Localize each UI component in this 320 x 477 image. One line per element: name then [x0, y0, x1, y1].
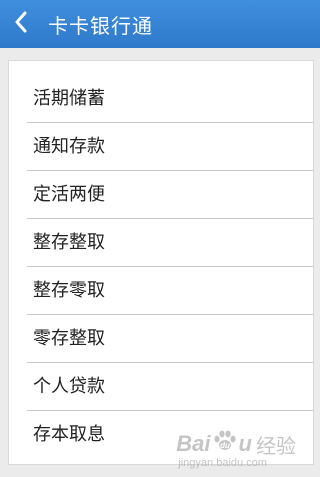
page-title: 卡卡银行通 [48, 13, 153, 38]
menu-item-lump-sum-installment-withdrawal[interactable]: 整存零取 [27, 267, 313, 315]
back-button[interactable] [0, 0, 42, 48]
menu-item-principal-interest[interactable]: 存本取息 [27, 411, 313, 459]
menu-list: 活期储蓄 通知存款 定活两便 整存整取 整存零取 零存整取 个人贷款 存本取息 [9, 75, 313, 459]
app-header: 卡卡银行通 [0, 0, 320, 48]
menu-item-installment-deposit[interactable]: 零存整取 [27, 315, 313, 363]
menu-item-lump-sum-deposit[interactable]: 整存整取 [27, 219, 313, 267]
chevron-left-icon [14, 11, 28, 37]
menu-item-current-savings[interactable]: 活期储蓄 [27, 75, 313, 123]
menu-item-call-deposit[interactable]: 通知存款 [27, 123, 313, 171]
menu-item-flexible-deposit[interactable]: 定活两便 [27, 171, 313, 219]
menu-item-personal-loan[interactable]: 个人贷款 [27, 363, 313, 411]
menu-card: 活期储蓄 通知存款 定活两便 整存整取 整存零取 零存整取 个人贷款 存本取息 [8, 60, 314, 465]
